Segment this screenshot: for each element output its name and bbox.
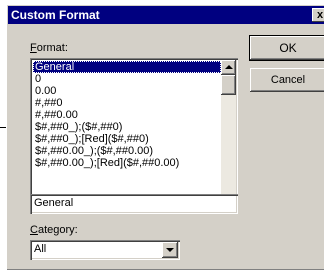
cancel-button[interactable]: Cancel bbox=[250, 68, 324, 92]
format-input[interactable]: General bbox=[30, 194, 238, 214]
format-list-item[interactable]: #,##0 bbox=[33, 97, 221, 109]
format-list-item[interactable]: $#,##0_);[Red]($#,##0) bbox=[33, 133, 221, 145]
format-input-value: General bbox=[34, 197, 74, 209]
arrow-up-icon bbox=[225, 65, 233, 69]
format-list-item[interactable]: $#,##0.00_);[Red]($#,##0.00) bbox=[33, 157, 221, 169]
format-label: Format: bbox=[30, 42, 68, 54]
format-list-scrollbar[interactable] bbox=[221, 60, 236, 212]
title-bar[interactable]: Custom Format x bbox=[8, 6, 324, 24]
scroll-up-button[interactable] bbox=[221, 60, 236, 75]
format-list-items: General 0 0.00 #,##0 #,##0.00 $#,##0_);($#,##… bbox=[33, 61, 221, 169]
format-list-item[interactable]: #,##0.00 bbox=[33, 109, 221, 121]
custom-format-dialog: Custom Format x Format: General 0 0.00 #,##… bbox=[6, 4, 324, 270]
category-dropdown[interactable]: All bbox=[30, 240, 180, 260]
category-label: Category: bbox=[30, 224, 78, 236]
format-list-item[interactable]: $#,##0_);($#,##0) bbox=[33, 121, 221, 133]
format-list[interactable]: General 0 0.00 #,##0 #,##0.00 $#,##0_);($#,##… bbox=[30, 58, 238, 214]
category-dropdown-button[interactable] bbox=[162, 242, 178, 258]
format-list-item[interactable]: 0.00 bbox=[33, 85, 221, 97]
chevron-down-icon bbox=[166, 248, 174, 252]
close-icon: x bbox=[316, 9, 324, 21]
format-list-item[interactable]: 0 bbox=[33, 73, 221, 85]
format-list-item[interactable]: General bbox=[33, 61, 221, 73]
close-button[interactable]: x bbox=[312, 8, 324, 22]
dialog-title: Custom Format bbox=[11, 8, 100, 22]
format-list-item[interactable]: $#,##0.00_);($#,##0.00) bbox=[33, 145, 221, 157]
scroll-thumb[interactable] bbox=[221, 75, 236, 95]
category-value: All bbox=[34, 243, 47, 255]
ok-button[interactable]: OK bbox=[249, 35, 324, 61]
